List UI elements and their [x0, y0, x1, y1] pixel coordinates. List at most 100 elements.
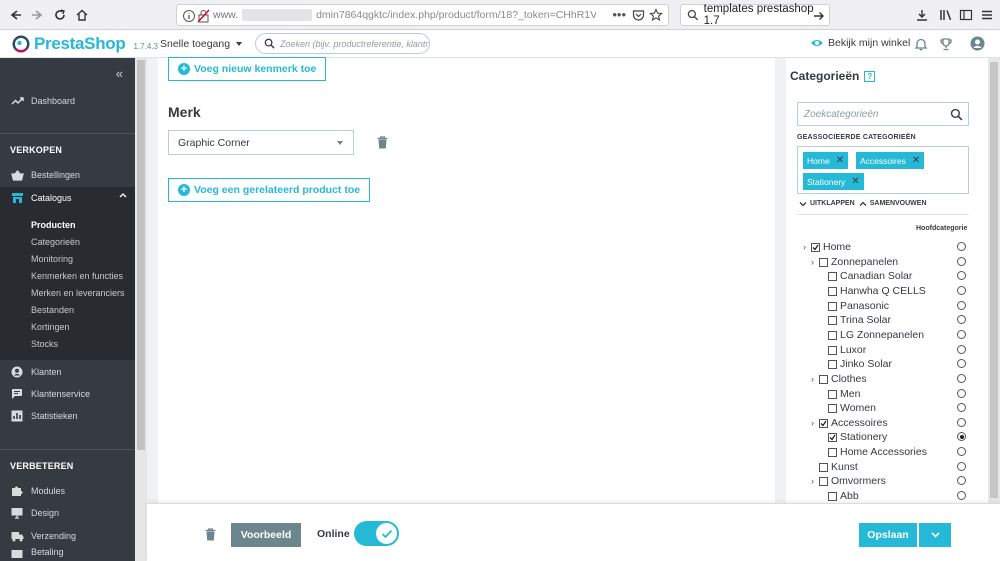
category-checkbox[interactable] [828, 315, 837, 325]
admin-search-input[interactable]: Zoeken (bijv. productreferentie, klantna… [255, 33, 430, 54]
add-feature-button[interactable]: + Voeg nieuw kenmerk toe [168, 57, 327, 81]
main-category-radio[interactable] [957, 286, 966, 295]
save-options-button[interactable] [919, 523, 951, 547]
category-tree-row[interactable]: Men [828, 387, 860, 401]
sidebar-item-shipping[interactable]: Verzending [0, 525, 135, 547]
sidebar-subitem-products[interactable]: Producten [31, 220, 76, 230]
add-related-product-button[interactable]: + Voeg een gerelateerd product toe [168, 178, 371, 202]
expand-arrow-icon[interactable]: › [800, 242, 809, 252]
main-category-radio[interactable] [957, 257, 966, 266]
category-checkbox[interactable] [828, 403, 837, 413]
sidebar-item-catalog[interactable]: Catalogus [0, 187, 135, 209]
collapse-sidebar-icon[interactable]: « [116, 66, 123, 81]
main-category-radio[interactable] [957, 462, 966, 471]
category-tree-row[interactable]: Hanwha Q CELLS [828, 284, 926, 298]
sidebar-item-dashboard[interactable]: Dashboard [0, 90, 135, 112]
delete-brand-button[interactable] [377, 136, 388, 149]
account-button[interactable] [970, 36, 985, 51]
more-icon[interactable]: ••• [612, 7, 626, 22]
brand-select[interactable]: Graphic Corner [168, 130, 354, 155]
category-tree-row[interactable]: › Accessoires [808, 416, 888, 430]
home-button[interactable] [72, 5, 92, 25]
delete-product-button[interactable] [205, 528, 216, 541]
category-search-input[interactable]: Zoekcategorieën [797, 102, 969, 126]
sidebar-subitem-features[interactable]: Kenmerken en functies [31, 271, 123, 281]
sidebar-subitem-files[interactable]: Bestanden [31, 305, 74, 315]
logo[interactable]: PrestaShop 1.7.4.3 [12, 34, 158, 54]
category-checkbox[interactable] [819, 476, 828, 486]
sidebar-item-modules[interactable]: Modules [0, 480, 135, 502]
preview-button[interactable]: Voorbeeld [231, 523, 301, 547]
category-checkbox[interactable] [828, 330, 837, 340]
help-icon[interactable]: ? [864, 70, 876, 82]
remove-tag-icon[interactable]: ✕ [836, 155, 844, 166]
category-checkbox[interactable] [811, 242, 820, 252]
category-tree-row[interactable]: Abb [828, 489, 859, 503]
view-shop-link[interactable]: Bekijk mijn winkel [810, 37, 910, 49]
category-tree-row[interactable]: Stationery [828, 430, 887, 444]
main-category-radio[interactable] [957, 242, 966, 251]
category-checkbox[interactable] [819, 374, 828, 384]
collapse-all-link[interactable]: SAMENVOUWEN [870, 200, 927, 207]
sidebar-item-customer-service[interactable]: Klantenservice [0, 383, 135, 405]
category-checkbox[interactable] [828, 447, 837, 457]
category-tree-row[interactable]: Kunst [819, 460, 858, 474]
main-category-radio[interactable] [957, 330, 966, 339]
category-tree-row[interactable]: › Zonnepanelen [808, 255, 898, 269]
category-tree-row[interactable]: Home Accessories [828, 445, 927, 459]
sidebar-subitem-stocks[interactable]: Stocks [31, 339, 58, 349]
expand-arrow-icon[interactable]: › [808, 374, 817, 384]
category-checkbox[interactable] [819, 257, 828, 267]
category-tree-row[interactable]: Trina Solar [828, 313, 891, 327]
category-checkbox[interactable] [828, 286, 837, 296]
sidebar-subitem-categories[interactable]: Categorieën [31, 237, 80, 247]
forward-button[interactable] [27, 5, 47, 25]
category-tree-row[interactable]: Canadian Solar [828, 269, 912, 283]
main-category-radio[interactable] [957, 359, 966, 368]
address-bar[interactable]: www. dmin7864qgktc/index.php/product/for… [176, 4, 669, 26]
main-category-radio[interactable] [957, 476, 966, 485]
category-tree-row[interactable]: › Clothes [808, 372, 867, 386]
remove-tag-icon[interactable]: ✕ [851, 176, 859, 187]
main-scrollbar[interactable] [135, 58, 147, 561]
main-category-radio[interactable] [957, 315, 966, 324]
category-checkbox[interactable] [828, 389, 837, 399]
save-button[interactable]: Opslaan [859, 523, 917, 547]
category-checkbox[interactable] [828, 301, 837, 311]
main-category-radio[interactable] [957, 389, 966, 398]
category-tree-row[interactable]: Luxor [828, 343, 866, 357]
menu-button[interactable] [977, 5, 997, 25]
category-tree-row[interactable]: Panasonic [828, 299, 889, 313]
back-button[interactable] [6, 5, 26, 25]
expand-all-link[interactable]: UITKLAPPEN [810, 200, 855, 207]
library-button[interactable] [936, 5, 956, 25]
main-category-radio[interactable] [957, 301, 966, 310]
category-checkbox[interactable] [819, 462, 828, 472]
scrollbar-thumb[interactable] [990, 62, 998, 498]
sidebar-item-design[interactable]: Design [0, 502, 135, 524]
main-category-radio[interactable] [957, 403, 966, 412]
category-checkbox[interactable] [819, 418, 828, 428]
main-category-radio[interactable] [957, 447, 966, 456]
scrollbar-thumb[interactable] [137, 60, 145, 450]
category-checkbox[interactable] [828, 345, 837, 355]
sidebar-item-customers[interactable]: Klanten [0, 361, 135, 383]
expand-arrow-icon[interactable]: › [808, 257, 817, 267]
category-tree-row[interactable]: Jinko Solar [828, 357, 892, 371]
browser-search-bar[interactable]: templates prestashop 1.7 [680, 3, 830, 27]
category-tree-row[interactable]: › Omvormers [808, 474, 886, 488]
quick-access-menu[interactable]: Snelle toegang [160, 38, 242, 50]
category-tree-row[interactable]: Women [828, 401, 876, 415]
reload-button[interactable] [50, 5, 70, 25]
category-checkbox[interactable] [828, 359, 837, 369]
notifications-button[interactable] [914, 37, 928, 51]
expand-arrow-icon[interactable]: › [808, 476, 817, 486]
sidebar-subitem-discounts[interactable]: Kortingen [31, 322, 70, 332]
main-category-radio[interactable] [957, 345, 966, 354]
category-tree-row[interactable]: › Home [800, 240, 851, 254]
category-checkbox[interactable] [828, 432, 837, 442]
main-category-radio[interactable] [957, 432, 966, 441]
main-category-radio[interactable] [957, 418, 966, 427]
main-category-radio[interactable] [957, 374, 966, 383]
sidebar-subitem-monitoring[interactable]: Monitoring [31, 254, 73, 264]
